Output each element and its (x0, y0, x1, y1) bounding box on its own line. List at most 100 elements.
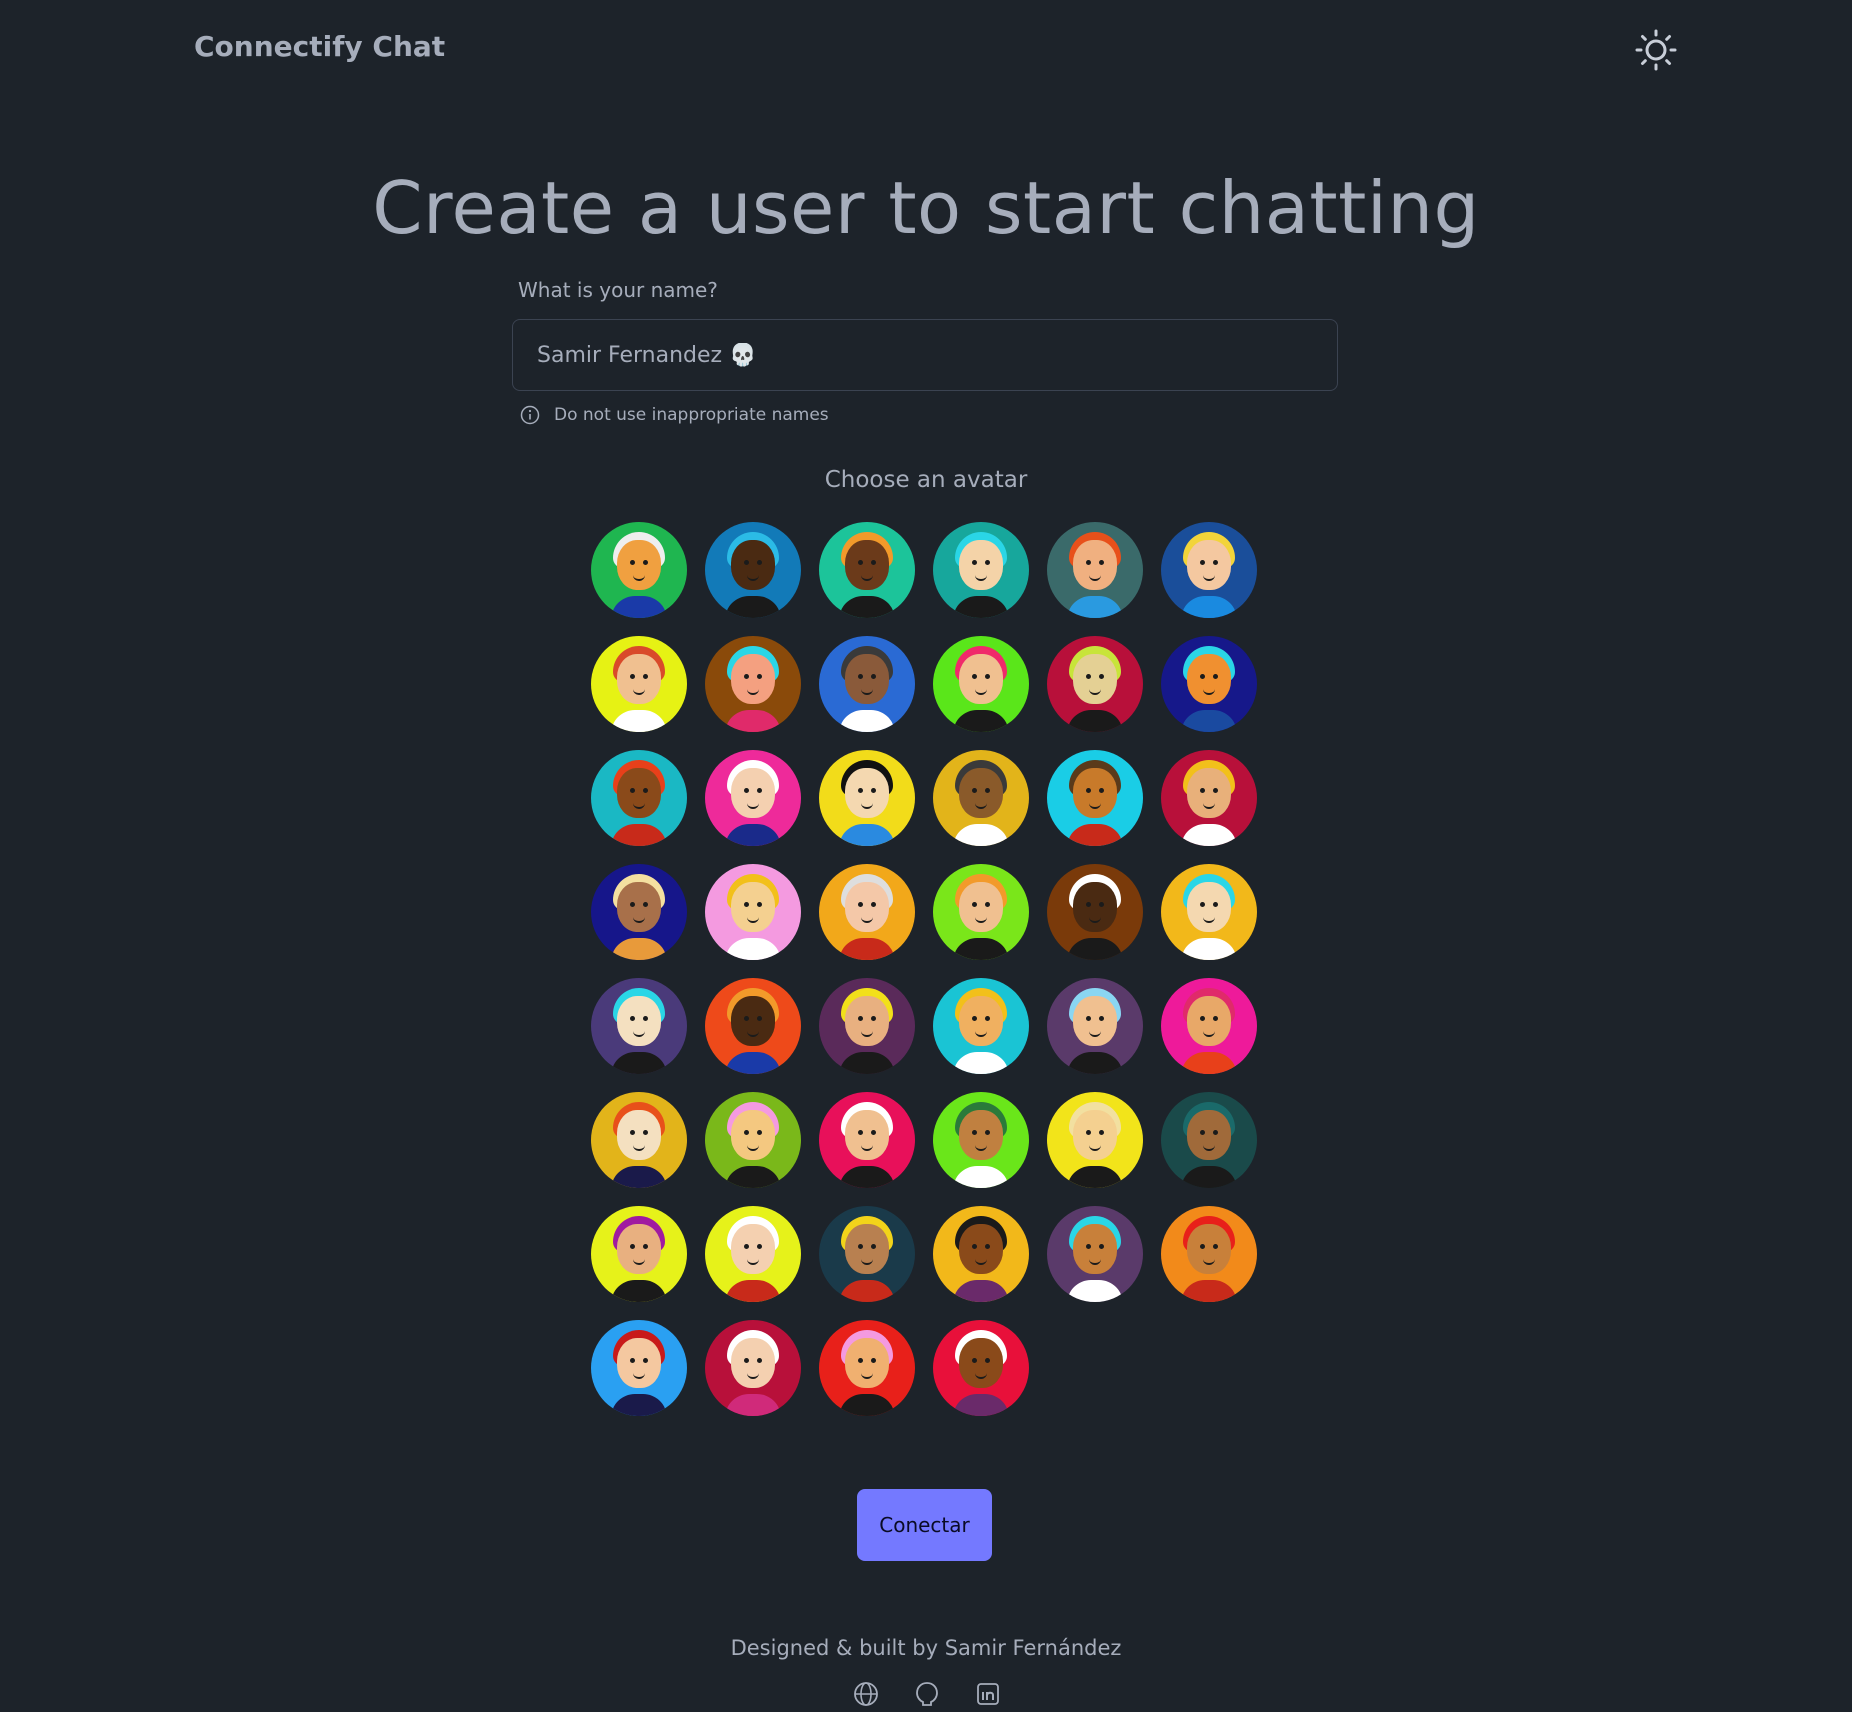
avatar-option[interactable] (591, 522, 687, 618)
avatar-eye (858, 902, 863, 907)
avatar-option[interactable] (933, 522, 1029, 618)
avatar-eye (744, 1358, 749, 1363)
avatar-option[interactable] (591, 1320, 687, 1416)
avatar-eye (1213, 674, 1218, 679)
avatar-option[interactable] (1161, 522, 1257, 618)
avatar-option[interactable] (819, 978, 915, 1074)
avatar-option[interactable] (705, 636, 801, 732)
avatar-option[interactable] (591, 750, 687, 846)
avatar-option[interactable] (705, 522, 801, 618)
avatar-eye (1086, 902, 1091, 907)
avatar-face (731, 1338, 775, 1388)
avatar-option[interactable] (705, 978, 801, 1074)
avatar-option[interactable] (1161, 1206, 1257, 1302)
avatar-option[interactable] (819, 1092, 915, 1188)
avatar-eye (985, 674, 990, 679)
avatar-body (611, 1280, 667, 1302)
avatar-eye (858, 560, 863, 565)
avatar-option[interactable] (1047, 750, 1143, 846)
avatar-option[interactable] (819, 1320, 915, 1416)
avatar-eye (972, 1016, 977, 1021)
avatar-option[interactable] (1161, 750, 1257, 846)
avatar-eye (643, 1130, 648, 1135)
avatar-option[interactable] (1161, 978, 1257, 1074)
avatar-body (839, 596, 895, 618)
avatar-option[interactable] (705, 1092, 801, 1188)
avatar-eye (744, 1130, 749, 1135)
avatar-eye (757, 1244, 762, 1249)
avatar-option[interactable] (933, 1092, 1029, 1188)
avatar-option[interactable] (819, 1206, 915, 1302)
avatar-face (1187, 1110, 1231, 1160)
avatar-option[interactable] (933, 636, 1029, 732)
avatar-body (1067, 710, 1123, 732)
avatar-eye (744, 560, 749, 565)
avatar-eye (972, 1244, 977, 1249)
name-input[interactable] (512, 319, 1338, 391)
avatar-option[interactable] (1161, 864, 1257, 960)
globe-icon[interactable] (852, 1680, 880, 1708)
avatar-option[interactable] (1047, 864, 1143, 960)
avatar-face (1187, 768, 1231, 818)
avatar-eye (1200, 1016, 1205, 1021)
theme-toggle-button[interactable] (1628, 24, 1684, 76)
avatar-eye (871, 560, 876, 565)
brand-title[interactable]: Connectify Chat (194, 30, 445, 63)
avatar-eye (858, 788, 863, 793)
avatar-option[interactable] (1047, 1092, 1143, 1188)
avatar-eye (1213, 788, 1218, 793)
avatar-eye (1200, 560, 1205, 565)
avatar-eye (630, 788, 635, 793)
avatar-eye (1213, 902, 1218, 907)
avatar-option[interactable] (1047, 636, 1143, 732)
avatar-option[interactable] (1161, 1092, 1257, 1188)
avatar-body (839, 1052, 895, 1074)
avatar-eye (858, 1130, 863, 1135)
avatar-option[interactable] (705, 1206, 801, 1302)
avatar-option[interactable] (705, 864, 801, 960)
avatar-option[interactable] (819, 636, 915, 732)
avatar-eye (757, 1358, 762, 1363)
name-hint-text: Do not use inappropriate names (554, 405, 829, 425)
avatar-option[interactable] (819, 864, 915, 960)
avatar-option[interactable] (1047, 522, 1143, 618)
avatar-option[interactable] (933, 978, 1029, 1074)
avatar-body (611, 938, 667, 960)
avatar-eye (643, 560, 648, 565)
avatar-face (1073, 654, 1117, 704)
avatar-face (1187, 996, 1231, 1046)
avatar-face (1187, 540, 1231, 590)
avatar-option[interactable] (705, 1320, 801, 1416)
avatar-face (959, 996, 1003, 1046)
avatar-eye (744, 674, 749, 679)
avatar-option[interactable] (591, 864, 687, 960)
avatar-option[interactable] (933, 1206, 1029, 1302)
avatar-body (611, 710, 667, 732)
avatar-option[interactable] (933, 1320, 1029, 1416)
avatar-option[interactable] (933, 750, 1029, 846)
avatar-eye (1086, 1016, 1091, 1021)
avatar-body (953, 1166, 1009, 1188)
avatar-eye (972, 560, 977, 565)
avatar-option[interactable] (1047, 978, 1143, 1074)
avatar-option[interactable] (819, 750, 915, 846)
connect-button[interactable]: Conectar (857, 1489, 992, 1561)
avatar-body (1067, 938, 1123, 960)
avatar-body (725, 596, 781, 618)
avatar-eye (757, 902, 762, 907)
avatar-option[interactable] (819, 522, 915, 618)
avatar-eye (1200, 788, 1205, 793)
avatar-option[interactable] (705, 750, 801, 846)
github-icon[interactable] (913, 1680, 941, 1708)
avatar-option[interactable] (1161, 636, 1257, 732)
avatar-option[interactable] (591, 1206, 687, 1302)
avatar-option[interactable] (591, 636, 687, 732)
avatar-face (959, 1224, 1003, 1274)
avatar-option[interactable] (591, 1092, 687, 1188)
avatar-body (1181, 938, 1237, 960)
avatar-option[interactable] (1047, 1206, 1143, 1302)
avatar-option[interactable] (933, 864, 1029, 960)
avatar-option[interactable] (591, 978, 687, 1074)
avatar-eye (871, 1130, 876, 1135)
linkedin-icon[interactable] (974, 1680, 1002, 1708)
